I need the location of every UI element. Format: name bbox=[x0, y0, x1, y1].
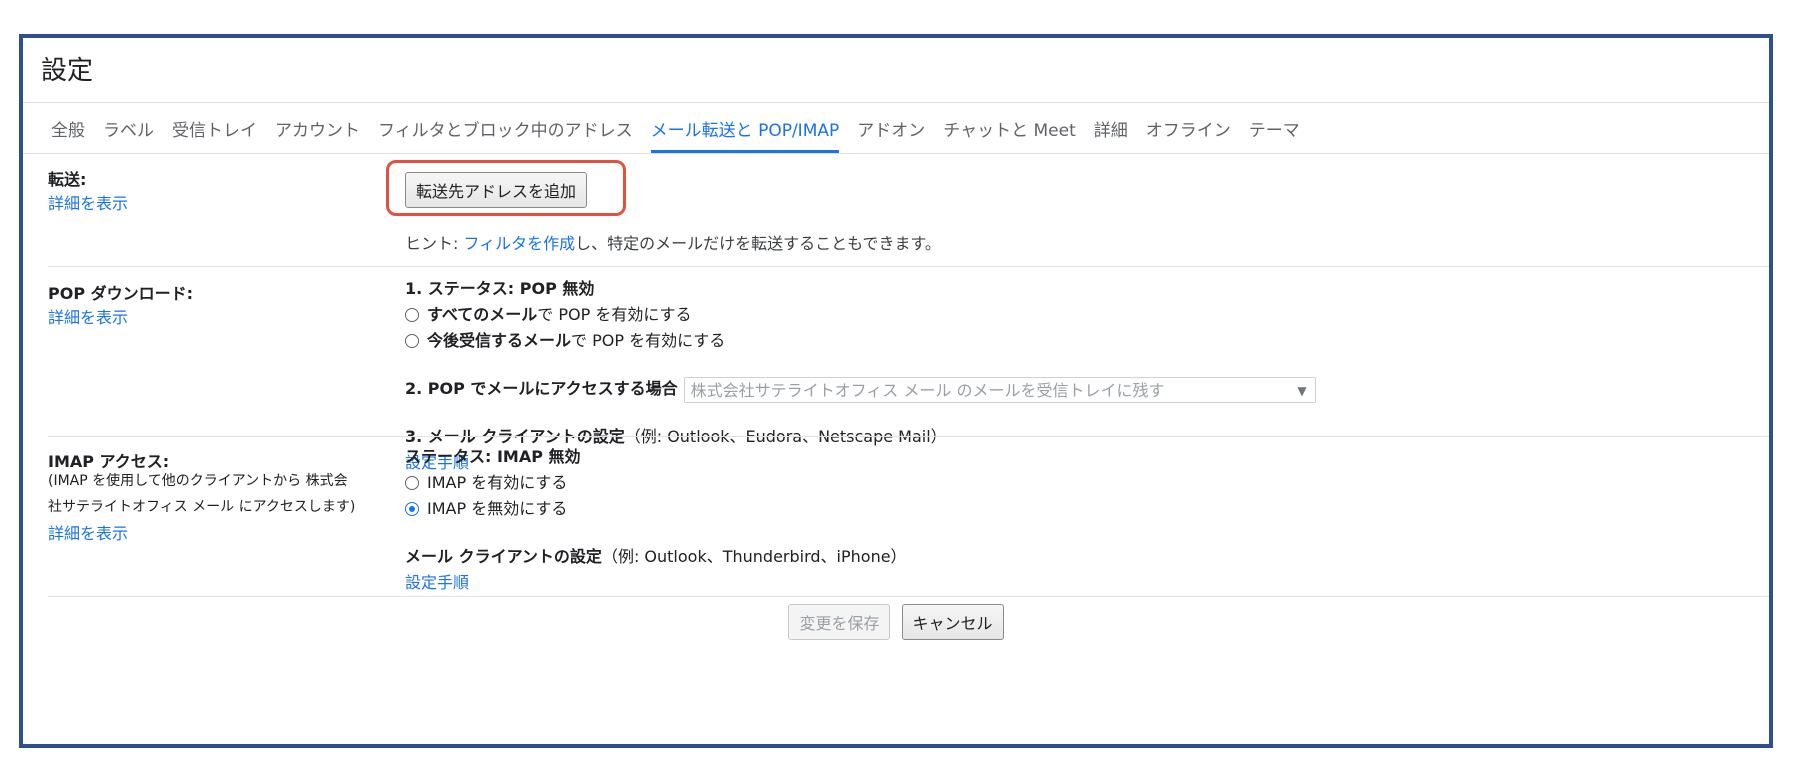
pop-details-link[interactable]: 詳細を表示 bbox=[48, 304, 128, 328]
divider bbox=[48, 436, 1769, 437]
tab-chat-meet[interactable]: チャットと Meet bbox=[943, 116, 1076, 153]
imap-setup-link[interactable]: 設定手順 bbox=[405, 570, 907, 596]
cancel-button[interactable]: キャンセル bbox=[901, 604, 1004, 640]
imap-option-enable-label: IMAP を有効にする bbox=[427, 473, 568, 492]
hint-suffix: し、特定のメールだけを転送することもできます。 bbox=[575, 234, 941, 253]
radio-icon[interactable] bbox=[405, 476, 419, 490]
hint-prefix: ヒント: bbox=[405, 234, 464, 253]
pop-access-select[interactable]: 株式会社サテライトオフィス メール のメールを受信トレイに残す ▼ bbox=[683, 376, 1316, 403]
pop-label: POP ダウンロード: bbox=[48, 284, 194, 303]
forwarding-label: 転送: bbox=[48, 170, 87, 189]
divider bbox=[23, 153, 1769, 154]
settings-tabs: 全般 ラベル 受信トレイ アカウント フィルタとブロック中のアドレス メール転送… bbox=[51, 116, 1300, 153]
tab-accounts[interactable]: アカウント bbox=[275, 116, 360, 153]
tab-advanced[interactable]: 詳細 bbox=[1094, 116, 1128, 153]
tab-general[interactable]: 全般 bbox=[51, 116, 85, 153]
pop-access-row: 2. POP でメールにアクセスする場合 株式会社サテライトオフィス メール のメ… bbox=[405, 376, 1316, 403]
imap-description-line2: 社サテライトオフィス メール にアクセスします) bbox=[48, 499, 356, 515]
radio-icon[interactable] bbox=[405, 334, 419, 348]
tab-filters[interactable]: フィルタとブロック中のアドレス bbox=[378, 116, 633, 153]
pop-access-select-value: 株式会社サテライトオフィス メール のメールを受信トレイに残す bbox=[690, 380, 1165, 400]
imap-option-disable-label: IMAP を無効にする bbox=[427, 499, 568, 518]
chevron-down-icon: ▼ bbox=[1297, 383, 1307, 398]
imap-client-examples: （例: Outlook、Thunderbird、iPhone） bbox=[601, 547, 907, 566]
imap-status: ステータス: IMAP 無効 bbox=[405, 447, 581, 466]
tab-forwarding-pop-imap[interactable]: メール転送と POP/IMAP bbox=[650, 116, 839, 153]
forwarding-content: 転送先アドレスを追加 bbox=[405, 172, 588, 208]
divider bbox=[48, 596, 1769, 597]
pop-option-new-rest: で POP を有効にする bbox=[571, 331, 726, 350]
forwarding-hint: ヒント: フィルタを作成し、特定のメールだけを転送することもできます。 bbox=[405, 230, 941, 254]
create-filter-link[interactable]: フィルタを作成 bbox=[463, 234, 575, 253]
imap-client-label: メール クライアントの設定 bbox=[405, 547, 602, 566]
tab-labels[interactable]: ラベル bbox=[103, 116, 154, 153]
radio-icon[interactable] bbox=[405, 308, 419, 322]
tab-inbox[interactable]: 受信トレイ bbox=[172, 116, 257, 153]
divider bbox=[23, 102, 1769, 103]
tab-addons[interactable]: アドオン bbox=[857, 116, 925, 153]
forwarding-details-link[interactable]: 詳細を表示 bbox=[48, 190, 128, 214]
add-forwarding-address-button[interactable]: 転送先アドレスを追加 bbox=[405, 172, 588, 208]
divider bbox=[48, 266, 1769, 267]
imap-details-link[interactable]: 詳細を表示 bbox=[48, 520, 128, 544]
settings-frame: 設定 全般 ラベル 受信トレイ アカウント フィルタとブロック中のアドレス メー… bbox=[19, 34, 1773, 748]
save-changes-button[interactable]: 変更を保存 bbox=[788, 604, 891, 640]
tab-themes[interactable]: テーマ bbox=[1249, 116, 1300, 153]
page-title: 設定 bbox=[41, 56, 94, 86]
tab-offline[interactable]: オフライン bbox=[1146, 116, 1231, 153]
pop-option-all[interactable]: すべてのメールで POP を有効にする bbox=[405, 302, 1316, 328]
pop-option-all-bold: すべてのメール bbox=[427, 305, 538, 324]
imap-description: (IMAP を使用して他のクライアントから 株式会 社サテライトオフィス メール… bbox=[48, 468, 388, 520]
pop-option-new-bold: 今後受信するメール bbox=[427, 331, 572, 350]
imap-content: ステータス: IMAP 無効 IMAP を有効にする IMAP を無効にする メ… bbox=[405, 444, 907, 596]
pop-option-all-rest: で POP を有効にする bbox=[537, 305, 692, 324]
imap-option-enable[interactable]: IMAP を有効にする bbox=[405, 470, 907, 496]
pop-access-label: 2. POP でメールにアクセスする場合 bbox=[405, 379, 678, 398]
imap-client-row: メール クライアントの設定（例: Outlook、Thunderbird、iPh… bbox=[405, 544, 907, 570]
pop-option-new[interactable]: 今後受信するメールで POP を有効にする bbox=[405, 328, 1316, 354]
pop-status: 1. ステータス: POP 無効 bbox=[405, 279, 595, 298]
footer-actions: 変更を保存 キャンセル bbox=[23, 604, 1769, 640]
imap-description-line1: (IMAP を使用して他のクライアントから 株式会 bbox=[48, 473, 348, 489]
imap-option-disable[interactable]: IMAP を無効にする bbox=[405, 496, 907, 522]
radio-checked-icon[interactable] bbox=[405, 502, 419, 516]
